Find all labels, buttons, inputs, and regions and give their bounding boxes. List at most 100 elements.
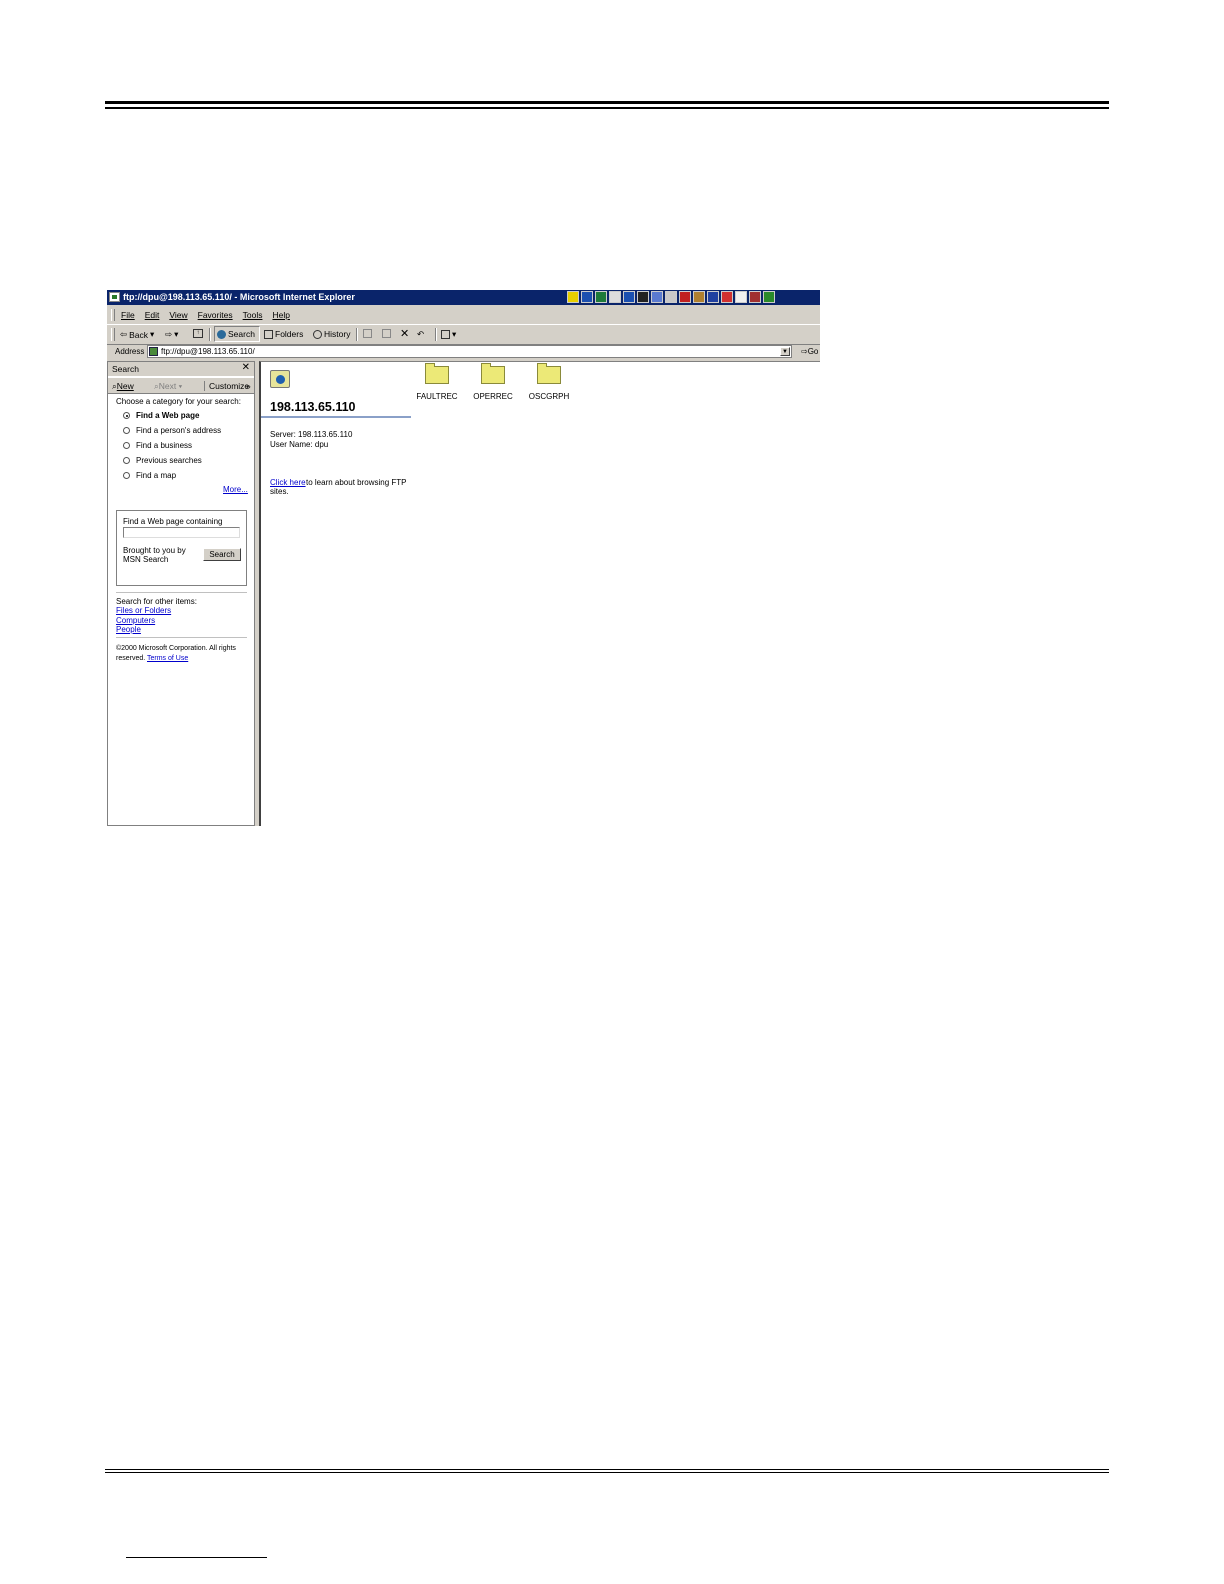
find-web-page-input[interactable] [123, 527, 240, 538]
search-submit-button[interactable]: Search [203, 548, 241, 561]
more-link[interactable]: More... [223, 485, 248, 494]
move-to-button[interactable] [363, 329, 372, 338]
delete-button[interactable]: ✕ [400, 327, 409, 340]
quick-launch-icons [567, 291, 775, 304]
address-dropdown-icon[interactable]: ▼ [780, 347, 790, 356]
browsing-help-text: to learn about browsing FTP [306, 478, 407, 487]
new-search-button[interactable]: ⌕New [112, 381, 134, 392]
up-folder-button[interactable]: ↑ [193, 329, 203, 338]
option-find-person[interactable]: Find a person's address [136, 426, 221, 435]
word-icon[interactable] [581, 291, 593, 303]
header-rule-thick [105, 101, 1109, 104]
app-icon-red-2[interactable] [721, 291, 733, 303]
search-doc-icon[interactable] [609, 291, 621, 303]
app-icon-gold[interactable] [693, 291, 705, 303]
radio-previous-searches[interactable] [123, 457, 130, 464]
search-pane: Search ✕ ⌕New ⌕Next ▾ Customize » Choose… [107, 361, 255, 826]
app-icon-red[interactable] [679, 291, 691, 303]
radio-find-person[interactable] [123, 427, 130, 434]
copyright-line-2: reserved. [116, 655, 146, 662]
folder-faultrec[interactable]: FAULTREC [407, 363, 467, 401]
files-or-folders-link[interactable]: Files or Folders [116, 606, 171, 615]
chevron-right-icon[interactable]: » [246, 381, 251, 391]
ftp-site-icon [149, 347, 158, 356]
search-pane-title: Search [112, 364, 139, 374]
next-button[interactable]: ⌕Next ▾ [154, 381, 182, 392]
brought-by-line-1: Brought to you by [123, 546, 186, 555]
command-prompt-icon[interactable] [637, 291, 649, 303]
toolbar-grip[interactable] [111, 328, 115, 341]
forward-arrow-icon: ⇨ [165, 329, 173, 339]
close-icon[interactable]: ✕ [242, 362, 250, 373]
option-find-map[interactable]: Find a map [136, 471, 176, 480]
radio-find-map[interactable] [123, 472, 130, 479]
address-value: ftp://dpu@198.113.65.110/ [161, 347, 255, 356]
app-icon-maroon[interactable] [749, 291, 761, 303]
divider-2 [116, 637, 247, 638]
menu-edit[interactable]: Edit [145, 310, 160, 320]
user-name-line: User Name: dpu [270, 440, 329, 449]
folder-oscgrph[interactable]: OSCGRPH [519, 363, 579, 401]
forward-button[interactable]: ⇨ ▾ [165, 329, 178, 340]
network-icon[interactable] [651, 291, 663, 303]
back-dropdown-icon: ▾ [150, 329, 155, 339]
folder-icon [481, 363, 505, 384]
address-label: Address [115, 347, 145, 356]
other-items-label: Search for other items: [116, 597, 197, 606]
menu-grip[interactable] [111, 309, 115, 321]
footer-rule-1 [105, 1469, 1109, 1470]
toolbar-separator-3 [435, 328, 437, 341]
history-toolbar-button[interactable]: History [313, 329, 350, 339]
history-clock-icon [313, 329, 322, 339]
people-link[interactable]: People [116, 625, 141, 634]
terms-of-use-link[interactable]: Terms of Use [147, 655, 188, 662]
browser-window: ftp://dpu@198.113.65.110/ - Microsoft In… [107, 290, 820, 826]
document-icon[interactable] [735, 291, 747, 303]
copy-to-icon [382, 329, 391, 338]
computers-link[interactable]: Computers [116, 616, 155, 625]
internet-explorer-icon[interactable] [623, 291, 635, 303]
folder-operrec[interactable]: OPERREC [463, 363, 523, 401]
menu-help[interactable]: Help [272, 310, 289, 320]
tree-icon[interactable] [763, 291, 775, 303]
title-bar[interactable]: ftp://dpu@198.113.65.110/ - Microsoft In… [107, 290, 820, 305]
folder-icon [537, 363, 561, 384]
copyright-line-1: ©2000 Microsoft Corporation. All rights [116, 645, 236, 652]
back-button[interactable]: ⇦ Back ▾ [120, 329, 154, 340]
customize-button[interactable]: Customize [204, 381, 249, 391]
go-button[interactable]: ⇨Go [801, 347, 818, 356]
move-to-icon [363, 329, 372, 338]
menu-tools[interactable]: Tools [243, 310, 263, 320]
option-find-web-page[interactable]: Find a Web page [136, 411, 199, 420]
footer-rule-2 [105, 1472, 1109, 1473]
views-button[interactable]: ▾ [441, 329, 456, 340]
radio-find-business[interactable] [123, 442, 130, 449]
up-folder-icon: ↑ [193, 329, 203, 338]
menu-favorites[interactable]: Favorites [198, 310, 233, 320]
footer-underline [126, 1557, 267, 1558]
category-prompt: Choose a category for your search: [116, 397, 241, 406]
folder-icon [425, 363, 449, 384]
copy-to-button[interactable] [382, 329, 391, 338]
menu-view[interactable]: View [169, 310, 187, 320]
ie-window-icon [109, 292, 120, 302]
server-line: Server: 198.113.65.110 [270, 430, 353, 439]
click-here-link[interactable]: Click here [270, 478, 306, 487]
excel-icon[interactable] [595, 291, 607, 303]
window-title: ftp://dpu@198.113.65.110/ - Microsoft In… [123, 292, 355, 302]
menu-file[interactable]: File [121, 310, 135, 320]
standard-toolbar: ⇦ Back ▾ ⇨ ▾ ↑ Search Folders History ✕ … [107, 324, 820, 345]
option-find-business[interactable]: Find a business [136, 441, 192, 450]
folder-label: OPERREC [473, 392, 513, 401]
app-launch-icon[interactable] [567, 291, 579, 303]
undo-button[interactable]: ↶ [417, 329, 424, 340]
browsing-help-text-2: sites. [270, 487, 289, 496]
search-toolbar-button[interactable]: Search [217, 329, 255, 339]
app-icon-blue[interactable] [707, 291, 719, 303]
folders-toolbar-button[interactable]: Folders [264, 329, 303, 339]
option-previous-searches[interactable]: Previous searches [136, 456, 202, 465]
radio-find-web-page[interactable] [123, 412, 130, 419]
calculator-icon[interactable] [665, 291, 677, 303]
ftp-server-icon [270, 370, 290, 388]
address-input[interactable]: ftp://dpu@198.113.65.110/ ▼ [147, 345, 792, 358]
